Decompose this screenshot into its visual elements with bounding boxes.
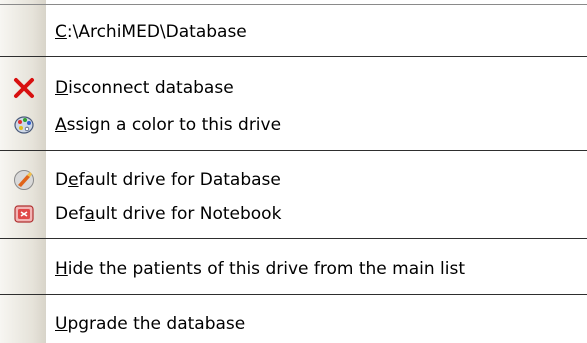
menu-item-label: Default drive for Database xyxy=(55,170,281,190)
menu-item-upgrade-database[interactable]: Upgrade the database xyxy=(0,309,587,339)
context-menu: C:\ArchiMED\Database Disconnect database… xyxy=(0,0,587,343)
menu-item-database-path[interactable]: C:\ArchiMED\Database xyxy=(0,17,587,47)
menu-item-label: Hide the patients of this drive from the… xyxy=(55,259,465,279)
menu-item-default-drive-database[interactable]: Default drive for Database xyxy=(0,165,587,195)
menu-item-label: Assign a color to this drive xyxy=(55,115,282,135)
menu-item-label: Default drive for Notebook xyxy=(55,204,282,224)
menu-separator xyxy=(0,294,587,295)
color-palette-icon xyxy=(13,114,35,136)
notebook-icon xyxy=(13,203,35,225)
menu-item-default-drive-notebook[interactable]: Default drive for Notebook xyxy=(0,199,587,229)
menu-top-border xyxy=(0,4,587,5)
menu-item-label: Disconnect database xyxy=(55,78,234,98)
menu-item-assign-color[interactable]: Assign a color to this drive xyxy=(0,110,587,140)
menu-item-hide-patients[interactable]: Hide the patients of this drive from the… xyxy=(0,254,587,284)
menu-item-disconnect-database[interactable]: Disconnect database xyxy=(0,73,587,103)
red-x-icon xyxy=(13,77,35,99)
database-brush-icon xyxy=(13,169,35,191)
menu-item-label: C:\ArchiMED\Database xyxy=(55,22,247,42)
menu-separator xyxy=(0,238,587,239)
menu-separator xyxy=(0,56,587,57)
menu-item-label: Upgrade the database xyxy=(55,314,246,334)
menu-separator xyxy=(0,150,587,151)
